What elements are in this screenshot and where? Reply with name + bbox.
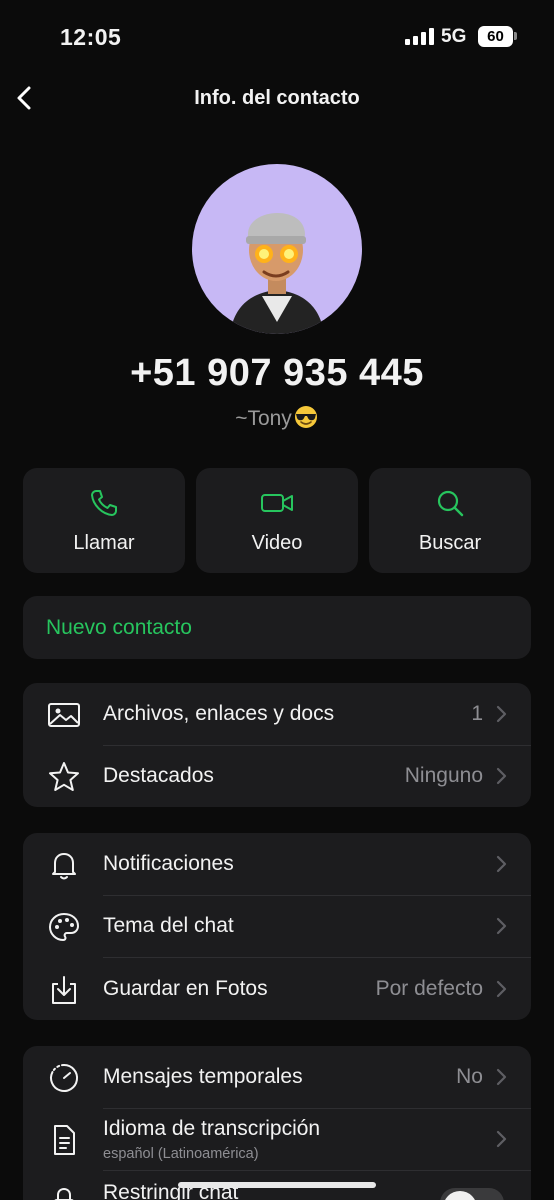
privacy-group: Mensajes temporales No Idioma de transcr… — [23, 1046, 531, 1200]
row-label: Guardar en Fotos — [103, 977, 268, 1000]
phone-icon — [91, 490, 117, 516]
row-label: Notificaciones — [103, 852, 234, 875]
nav-bar: Info. del contacto — [0, 76, 554, 120]
row-label: Idioma de transcripción — [103, 1117, 321, 1140]
row-sublabel: español (Latinoamérica) — [103, 1146, 259, 1162]
avatar[interactable] — [192, 164, 362, 334]
home-indicator[interactable] — [178, 1182, 376, 1188]
signal-icon — [405, 28, 434, 45]
chevron-right-icon — [496, 855, 507, 873]
timer-icon — [50, 1064, 79, 1092]
row-label: Mensajes temporales — [103, 1065, 303, 1088]
status-time: 12:05 — [60, 24, 122, 50]
lock-icon — [54, 1187, 74, 1200]
row-starred[interactable]: Destacados Ninguno — [23, 745, 531, 807]
document-icon — [54, 1125, 75, 1155]
search-button[interactable]: Buscar — [369, 468, 531, 573]
chevron-right-icon — [496, 1130, 507, 1148]
search-icon — [437, 490, 464, 517]
video-label: Video — [251, 532, 303, 554]
row-value: 1 — [471, 702, 483, 725]
new-contact-label: Nuevo contacto — [46, 616, 192, 639]
image-icon — [48, 703, 80, 727]
call-label: Llamar — [73, 532, 135, 554]
contact-phone: +51 907 935 445 — [130, 352, 424, 394]
row-value: Ninguno — [404, 764, 483, 787]
sunglasses-emoji-icon — [294, 406, 317, 428]
status-bar: 12:05 5G 60 — [0, 0, 554, 74]
search-label: Buscar — [418, 532, 482, 554]
new-contact-button[interactable]: Nuevo contacto — [23, 596, 531, 659]
video-button[interactable]: Video — [196, 468, 358, 573]
row-transcription-language[interactable]: Idioma de transcripción español (Latinoa… — [23, 1108, 531, 1170]
battery-tip — [514, 32, 517, 40]
row-label: Destacados — [103, 764, 214, 787]
row-chat-theme[interactable]: Tema del chat — [23, 895, 531, 957]
call-button[interactable]: Llamar — [23, 468, 185, 573]
row-value: Por defecto — [375, 977, 483, 1000]
row-value: No — [456, 1065, 483, 1088]
row-files-links-docs[interactable]: Archivos, enlaces y docs 1 — [23, 683, 531, 745]
palette-icon — [49, 913, 79, 941]
row-label: Tema del chat — [103, 914, 234, 937]
network-type: 5G — [441, 26, 467, 47]
row-disappearing-messages[interactable]: Mensajes temporales No — [23, 1046, 531, 1108]
bell-icon — [52, 853, 76, 880]
contact-nickname: ~Tony — [0, 405, 554, 431]
chevron-right-icon — [496, 705, 507, 723]
row-notifications[interactable]: Notificaciones — [23, 833, 531, 895]
video-icon — [261, 494, 293, 512]
chevron-right-icon — [496, 1068, 507, 1086]
row-save-to-photos[interactable]: Guardar en Fotos Por defecto — [23, 958, 531, 1020]
avatar-illustration — [230, 212, 324, 334]
download-icon — [52, 976, 76, 1004]
chevron-right-icon — [496, 980, 507, 998]
row-label: Archivos, enlaces y docs — [103, 702, 335, 725]
nickname-text: ~Tony — [235, 407, 292, 430]
battery-icon: 60 — [478, 26, 513, 47]
chevron-right-icon — [496, 917, 507, 935]
media-group: Archivos, enlaces y docs 1 Destacados Ni… — [23, 683, 531, 807]
star-icon — [49, 762, 79, 791]
settings-group: Notificaciones Tema del chat Guardar en … — [23, 833, 531, 1020]
page-title: Info. del contacto — [194, 87, 360, 109]
chevron-right-icon — [496, 767, 507, 785]
